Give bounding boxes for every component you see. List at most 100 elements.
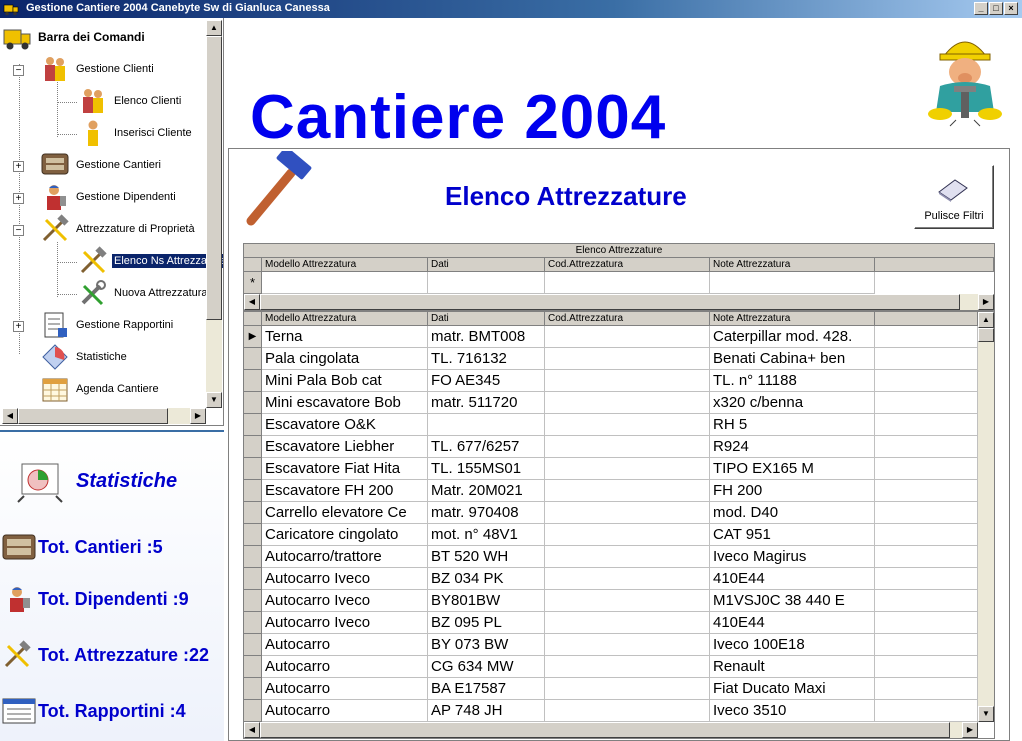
tree-item-inserisci-cliente[interactable]: Inserisci Cliente [78, 118, 194, 148]
table-cell[interactable]: Caricatore cingolato [262, 524, 428, 546]
table-cell[interactable]: CAT 951 [710, 524, 875, 546]
scroll-left-arrow-icon[interactable]: ◀ [244, 722, 260, 738]
table-cell[interactable]: R924 [710, 436, 875, 458]
row-selector[interactable] [244, 414, 262, 436]
table-cell[interactable]: Autocarro [262, 700, 428, 722]
table-cell[interactable]: Autocarro [262, 656, 428, 678]
clear-filters-button[interactable]: Pulisce Filtri [914, 165, 994, 229]
table-cell[interactable] [545, 502, 710, 524]
tree-item-nuova-attrezzatura[interactable]: Nuova Attrezzatura [78, 278, 210, 308]
table-cell[interactable]: Iveco 3510 [710, 700, 875, 722]
grid-col-header[interactable]: Cod.Attrezzatura [545, 312, 710, 326]
table-cell[interactable]: TL. 677/6257 [428, 436, 545, 458]
close-button[interactable]: × [1004, 2, 1018, 15]
row-selector[interactable] [244, 612, 262, 634]
tree-hscroll-thumb[interactable] [18, 408, 168, 424]
table-cell[interactable]: CG 634 MW [428, 656, 545, 678]
scroll-right-arrow-icon[interactable]: ▶ [962, 722, 978, 738]
tree-expander-clienti[interactable]: − [13, 65, 24, 76]
table-cell[interactable]: BT 520 WH [428, 546, 545, 568]
tree-item-agenda-cantiere[interactable]: Agenda Cantiere [40, 374, 161, 404]
row-selector[interactable] [244, 700, 262, 722]
tree-item-attrezzature-proprieta[interactable]: Attrezzature di Proprietà [40, 214, 197, 244]
table-cell[interactable] [545, 700, 710, 722]
row-selector[interactable] [244, 568, 262, 590]
table-cell[interactable] [545, 392, 710, 414]
row-selector[interactable] [244, 634, 262, 656]
scroll-right-arrow-icon[interactable]: ▶ [190, 408, 206, 424]
table-cell[interactable]: BY801BW [428, 590, 545, 612]
filter-input[interactable] [710, 272, 875, 294]
tree-item-elenco-attrezzature[interactable]: Elenco Ns Attrezzature [78, 246, 223, 276]
filter-horizontal-scrollbar[interactable]: ◀ ▶ [244, 294, 994, 310]
table-cell[interactable] [545, 458, 710, 480]
table-cell[interactable]: FO AE345 [428, 370, 545, 392]
row-selector[interactable] [244, 546, 262, 568]
filter-input[interactable] [262, 272, 428, 294]
tree-scroll-thumb[interactable] [206, 36, 222, 320]
table-cell[interactable]: Pala cingolata [262, 348, 428, 370]
row-selector[interactable] [244, 590, 262, 612]
table-cell[interactable]: Renault [710, 656, 875, 678]
tree-root[interactable]: Barra dei Comandi [2, 22, 147, 52]
table-cell[interactable]: mod. D40 [710, 502, 875, 524]
table-cell[interactable]: Escavatore Fiat Hita [262, 458, 428, 480]
table-cell[interactable] [545, 370, 710, 392]
table-cell[interactable] [545, 546, 710, 568]
table-cell[interactable]: Autocarro Iveco [262, 568, 428, 590]
table-cell[interactable]: x320 c/benna [710, 392, 875, 414]
table-cell[interactable]: 410E44 [710, 568, 875, 590]
row-selector[interactable]: ▶ [244, 326, 262, 348]
grid-scroll-thumb[interactable] [978, 328, 994, 342]
table-cell[interactable]: matr. BMT008 [428, 326, 545, 348]
table-cell[interactable]: BA E17587 [428, 678, 545, 700]
tree-item-gestione-rapportini[interactable]: Gestione Rapportini [40, 310, 175, 340]
table-cell[interactable] [545, 480, 710, 502]
filter-input[interactable] [545, 272, 710, 294]
table-cell[interactable]: TIPO EX165 M [710, 458, 875, 480]
table-cell[interactable]: Escavatore O&K [262, 414, 428, 436]
table-cell[interactable]: Iveco Magirus [710, 546, 875, 568]
table-cell[interactable]: Iveco 100E18 [710, 634, 875, 656]
table-cell[interactable]: TL. 155MS01 [428, 458, 545, 480]
table-cell[interactable] [545, 590, 710, 612]
table-cell[interactable] [545, 612, 710, 634]
tree-expander-dipendenti[interactable]: + [13, 193, 24, 204]
tree-item-statistiche[interactable]: Statistiche [40, 342, 129, 372]
filter-col-header[interactable]: Note Attrezzatura [710, 258, 875, 272]
minimize-button[interactable]: _ [974, 2, 988, 15]
scroll-down-arrow-icon[interactable]: ▼ [978, 706, 994, 722]
scroll-down-arrow-icon[interactable]: ▼ [206, 392, 222, 408]
tree-item-elenco-clienti[interactable]: Elenco Clienti [78, 86, 183, 116]
table-cell[interactable]: Autocarro Iveco [262, 590, 428, 612]
row-selector[interactable] [244, 348, 262, 370]
table-cell[interactable]: Mini Pala Bob cat [262, 370, 428, 392]
row-selector[interactable] [244, 370, 262, 392]
tree-item-gestione-clienti[interactable]: Gestione Clienti [40, 54, 156, 84]
tree-item-gestione-cantieri[interactable]: Gestione Cantieri [40, 150, 163, 180]
maximize-button[interactable]: □ [989, 2, 1003, 15]
tree-expander-rapportini[interactable]: + [13, 321, 24, 332]
table-cell[interactable]: mot. n° 48V1 [428, 524, 545, 546]
table-cell[interactable] [545, 678, 710, 700]
tree-vertical-scrollbar[interactable]: ▲ ▼ [206, 20, 222, 408]
scroll-right-arrow-icon[interactable]: ▶ [978, 294, 994, 310]
tree-item-gestione-dipendenti[interactable]: Gestione Dipendenti [40, 182, 178, 212]
scroll-left-arrow-icon[interactable]: ◀ [2, 408, 18, 424]
table-cell[interactable]: Terna [262, 326, 428, 348]
tree-horizontal-scrollbar[interactable]: ◀ ▶ [2, 408, 206, 424]
table-cell[interactable] [545, 348, 710, 370]
table-cell[interactable]: matr. 511720 [428, 392, 545, 414]
filter-input[interactable] [428, 272, 545, 294]
table-cell[interactable]: Autocarro Iveco [262, 612, 428, 634]
row-selector[interactable] [244, 458, 262, 480]
table-cell[interactable] [545, 634, 710, 656]
row-selector[interactable] [244, 678, 262, 700]
table-cell[interactable]: BZ 034 PK [428, 568, 545, 590]
table-cell[interactable]: Matr. 20M021 [428, 480, 545, 502]
filter-col-header[interactable]: Modello Attrezzatura [262, 258, 428, 272]
table-cell[interactable]: M1VSJ0C 38 440 E [710, 590, 875, 612]
table-cell[interactable]: Caterpillar mod. 428. [710, 326, 875, 348]
table-cell[interactable]: Escavatore FH 200 [262, 480, 428, 502]
table-cell[interactable]: 410E44 [710, 612, 875, 634]
